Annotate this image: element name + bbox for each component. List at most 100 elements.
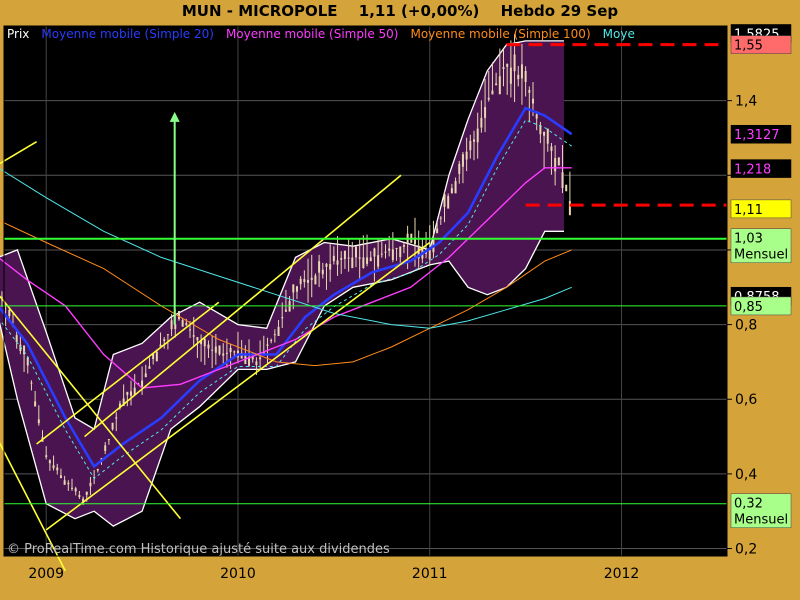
- candle-body: [506, 64, 509, 67]
- candle-body: [399, 246, 402, 258]
- candle-body: [207, 344, 210, 349]
- candle-body: [281, 317, 284, 319]
- candle-body: [347, 257, 350, 259]
- candle-body: [528, 90, 531, 93]
- candle-body: [141, 380, 144, 387]
- candle-body: [340, 257, 343, 260]
- candle-body: [303, 279, 306, 283]
- value-label: 1,55: [734, 39, 763, 54]
- candle-body: [428, 249, 431, 260]
- candle-body: [380, 253, 383, 255]
- candle-body: [546, 128, 549, 144]
- candle-body: [557, 157, 560, 166]
- candle-body: [126, 391, 129, 395]
- value-label-sub: Mensuel: [734, 248, 788, 263]
- candle-body: [543, 131, 546, 136]
- candle-body: [96, 469, 99, 471]
- candle-body: [255, 361, 258, 366]
- candle-body: [45, 455, 48, 457]
- x-tick-label: 2012: [604, 566, 640, 582]
- candle-body: [89, 482, 92, 487]
- x-tick-label: 2009: [28, 566, 64, 582]
- candle-body: [487, 97, 490, 100]
- candle-body: [377, 255, 380, 267]
- candle-body: [517, 74, 520, 80]
- chart-window: MUN - MICROPOLE 1,11 (+0,00%) Hebdo 29 S…: [0, 0, 800, 600]
- legend-item: Moyenne mobile (Simple 20): [41, 27, 214, 41]
- candle-body: [15, 335, 18, 343]
- x-tick-label: 2011: [412, 566, 448, 582]
- candle-body: [329, 264, 332, 270]
- candle-body: [214, 346, 217, 353]
- candle-body: [181, 320, 184, 327]
- candle-body: [402, 245, 405, 247]
- candle-body: [351, 257, 354, 269]
- candle-body: [535, 114, 538, 119]
- candle-body: [465, 151, 468, 160]
- candle-body: [491, 90, 494, 95]
- candle-body: [192, 335, 195, 337]
- candle-body: [111, 422, 114, 430]
- value-label: 1,218: [734, 163, 771, 178]
- value-label: 1,11: [734, 203, 763, 218]
- candle-body: [436, 228, 439, 234]
- candle-body: [222, 353, 225, 356]
- candle-body: [266, 344, 269, 346]
- candle-body: [284, 309, 287, 312]
- candle-body: [189, 329, 192, 331]
- candle-body: [292, 284, 295, 293]
- candle-body: [56, 467, 59, 471]
- candle-body: [314, 275, 317, 285]
- candle-body: [384, 251, 387, 253]
- candle-body: [513, 54, 516, 72]
- candle-body: [163, 339, 166, 341]
- candle-body: [362, 257, 365, 269]
- price-chart[interactable]: Prix Moyenne mobile (Simple 20) Moyenne mo…: [0, 0, 800, 600]
- candle-body: [229, 347, 232, 353]
- candle-body: [8, 309, 11, 316]
- y-tick-label: 0,4: [735, 467, 757, 483]
- value-label: 0,85: [734, 300, 763, 315]
- legend-item: Moyenne mobile (Simple 100): [410, 27, 590, 41]
- candle-body: [373, 248, 376, 257]
- candle-body: [270, 340, 273, 342]
- candle-body: [476, 128, 479, 143]
- candle-body: [458, 163, 461, 174]
- candle-body: [299, 278, 302, 285]
- candle-body: [336, 260, 339, 265]
- candle-body: [218, 345, 221, 355]
- candle-body: [388, 248, 391, 251]
- candle-body: [332, 255, 335, 262]
- candle-body: [74, 488, 77, 492]
- candle-body: [174, 324, 177, 330]
- legend-item: Moyenne mobile (Simple 50): [226, 27, 399, 41]
- candle-body: [484, 107, 487, 118]
- candle-body: [369, 257, 372, 262]
- candle-body: [85, 491, 88, 495]
- candle-body: [473, 139, 476, 142]
- candle-body: [211, 349, 214, 351]
- watermark: © ProRealTime.com Historique ajusté suit…: [7, 542, 390, 557]
- candle-body: [67, 482, 70, 485]
- value-label: 0,32: [734, 497, 763, 512]
- candle-body: [177, 311, 180, 320]
- candle-body: [366, 257, 369, 264]
- candle-body: [148, 366, 151, 369]
- candle-body: [524, 70, 527, 82]
- candle-body: [37, 419, 40, 424]
- candle-body: [495, 83, 498, 86]
- candle-body: [565, 184, 568, 192]
- candle-body: [450, 188, 453, 194]
- y-tick-label: 0,2: [735, 542, 757, 558]
- candle-body: [259, 357, 262, 360]
- legend-item: Moye: [603, 27, 635, 41]
- candle-body: [115, 417, 118, 419]
- candle-body: [554, 158, 557, 172]
- y-tick-label: 0,6: [735, 392, 757, 408]
- candle-body: [343, 250, 346, 259]
- value-label-sub: Mensuel: [734, 513, 788, 528]
- candle-body: [358, 257, 361, 259]
- candle-body: [454, 181, 457, 194]
- candle-body: [325, 263, 328, 267]
- candle-body: [71, 487, 74, 489]
